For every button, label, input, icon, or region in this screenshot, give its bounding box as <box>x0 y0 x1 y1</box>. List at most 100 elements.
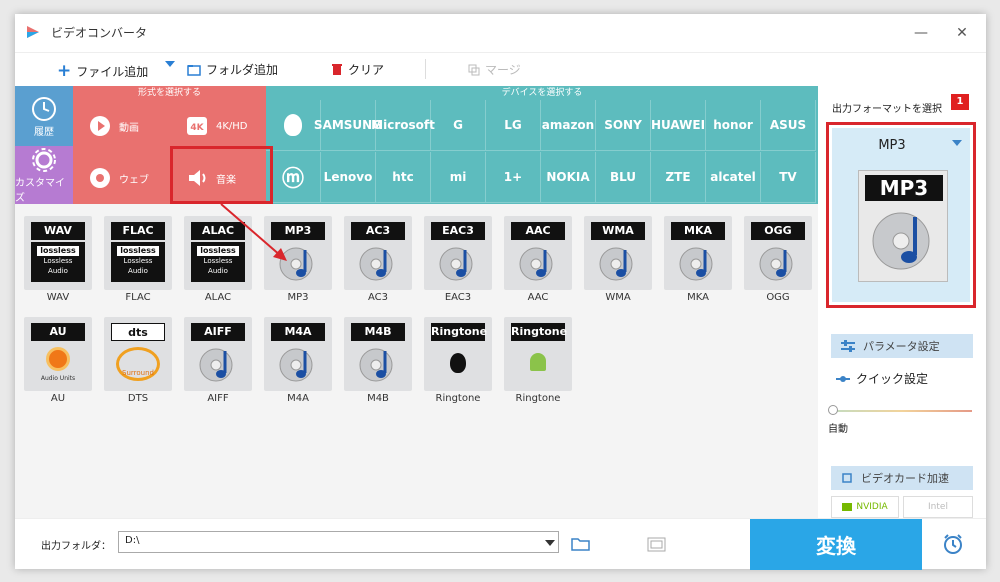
device-3[interactable]: G <box>431 100 486 151</box>
arrow-icon <box>220 203 287 261</box>
gear-icon <box>32 148 56 172</box>
format-label: OGG <box>766 292 790 303</box>
device-brand-label: TV <box>779 170 797 184</box>
audio-units-icon <box>46 347 70 371</box>
format-label: MP3 <box>287 292 309 303</box>
chip-icon <box>842 473 852 483</box>
device-4[interactable]: 1+ <box>486 152 541 203</box>
device-6[interactable]: SONY <box>596 100 651 151</box>
alarm-clock-icon[interactable] <box>942 533 964 555</box>
selected-format-badge: MP3 <box>865 175 943 201</box>
format-4k[interactable]: 4K 4K/HD <box>170 100 266 152</box>
audio-format-flac[interactable]: FLAC lossless Lossless Audio FLAC <box>104 216 172 308</box>
intel-toggle[interactable]: Intel <box>903 496 973 518</box>
device-brand-label: G <box>453 118 463 132</box>
device-7[interactable]: ZTE <box>651 152 706 203</box>
quality-auto-label: 自動 <box>828 424 848 435</box>
toolbar: + ファイル追加 フォルダ追加 クリア マージ <box>15 52 986 86</box>
device-brand-label: mi <box>449 170 467 184</box>
audio-format-eac3[interactable]: EAC3 EAC3 <box>424 216 492 308</box>
device-5[interactable]: amazon <box>541 100 596 151</box>
merge-label: マージ <box>485 63 521 77</box>
format-label: M4A <box>287 393 309 404</box>
format-badge: Ringtone <box>511 323 567 341</box>
tab-history[interactable]: 履歴 <box>15 86 73 146</box>
device-7[interactable]: HUAWEI <box>651 100 706 151</box>
audio-units-label: Audio Units <box>40 375 76 382</box>
device-6[interactable]: BLU <box>596 152 651 203</box>
minimize-button[interactable]: — <box>910 22 932 44</box>
device-9[interactable]: ASUS <box>761 100 816 151</box>
title-bar: ビデオコンバータ — ✕ <box>15 14 986 52</box>
close-button[interactable]: ✕ <box>951 22 973 44</box>
audio-format-ogg[interactable]: OGG OGG <box>744 216 812 308</box>
music-disc-icon <box>199 348 233 382</box>
output-format-selector[interactable]: MP3 MP3 <box>826 122 976 308</box>
format-web[interactable]: ウェブ <box>73 152 169 204</box>
clear-button[interactable]: クリア <box>331 61 384 78</box>
device-brand-label: LG <box>504 118 522 132</box>
gpu-acceleration-button[interactable]: ビデオカード加速 <box>831 466 973 490</box>
lossless-icon: lossless Lossless Audio <box>31 242 85 282</box>
device-brand-label: BLU <box>609 170 637 184</box>
audio-format-ringtone-android[interactable]: Ringtone Ringtone <box>504 317 572 409</box>
quality-slider-handle[interactable] <box>828 405 838 415</box>
convert-button[interactable]: 変換 <box>750 519 922 570</box>
lossless-line2: Audio <box>128 267 148 275</box>
output-format-panel: 出力フォーマットを選択 1 MP3 MP3 パラメータ設定 クイック設定 自動 … <box>818 86 986 518</box>
folder-icon <box>187 64 201 76</box>
device-brand-label: 1+ <box>503 170 523 184</box>
format-header: 形式を選択する <box>137 88 201 98</box>
device-5[interactable]: NOKIA <box>541 152 596 203</box>
audio-format-m4a[interactable]: M4A M4A <box>264 317 332 409</box>
format-label: AU <box>50 393 66 404</box>
format-thumbnail: OGG <box>744 216 812 290</box>
audio-format-aac[interactable]: AAC AAC <box>504 216 572 308</box>
video-folder-icon[interactable] <box>647 537 667 553</box>
device-2[interactable]: htc <box>376 152 431 203</box>
audio-format-dts[interactable]: dts Surround DTS <box>104 317 172 409</box>
audio-format-aiff[interactable]: AIFF AIFF <box>184 317 252 409</box>
device-0[interactable] <box>266 100 321 151</box>
output-folder-dropdown-icon[interactable] <box>545 540 555 546</box>
add-file-button[interactable]: + ファイル追加 <box>57 61 148 81</box>
output-folder-field[interactable]: D:\ <box>118 531 559 553</box>
chrome-icon <box>90 168 110 188</box>
audio-format-m4b[interactable]: M4B M4B <box>344 317 412 409</box>
audio-format-ringtone[interactable]: Ringtone Ringtone <box>424 317 492 409</box>
merge-button[interactable]: マージ <box>468 61 521 78</box>
format-badge: AC3 <box>351 222 405 240</box>
device-brand-label: honor <box>713 118 753 132</box>
audio-format-mka[interactable]: MKA MKA <box>664 216 732 308</box>
format-badge: FLAC <box>111 222 165 240</box>
audio-format-wav[interactable]: WAV lossless Lossless Audio WAV <box>24 216 92 308</box>
format-thumbnail: M4A <box>264 317 332 391</box>
device-4[interactable]: LG <box>486 100 541 151</box>
add-file-label: ファイル追加 <box>76 64 149 79</box>
device-2[interactable]: Microsoft <box>371 100 435 151</box>
add-file-dropdown[interactable] <box>165 61 175 67</box>
format-video[interactable]: 動画 <box>73 100 169 152</box>
add-folder-button[interactable]: フォルダ追加 <box>187 61 278 78</box>
intel-label: Intel <box>928 502 948 512</box>
open-folder-icon[interactable] <box>571 537 591 551</box>
device-3[interactable]: mi <box>431 152 486 203</box>
device-8[interactable]: alcatel <box>706 152 761 203</box>
audio-format-au[interactable]: AU Audio Units AU <box>24 317 92 409</box>
device-8[interactable]: honor <box>706 100 761 151</box>
device-1[interactable]: Lenovo <box>321 152 376 203</box>
toolbar-divider <box>425 59 426 79</box>
device-1[interactable]: SAMSUNG <box>314 100 382 151</box>
device-brand-label: Lenovo <box>323 170 373 184</box>
device-9[interactable]: TV <box>761 152 816 203</box>
parameter-settings-button[interactable]: パラメータ設定 <box>831 334 973 358</box>
tab-customize[interactable]: カスタマイズ <box>15 146 73 204</box>
device-0[interactable]: ⓜ <box>266 152 321 203</box>
window-title: ビデオコンバータ <box>51 26 148 40</box>
audio-format-ac3[interactable]: AC3 AC3 <box>344 216 412 308</box>
tab-history-label: 履歴 <box>34 126 54 138</box>
nvidia-toggle[interactable]: NVIDIA <box>831 496 899 518</box>
quality-slider-track[interactable] <box>832 410 972 412</box>
device-brand-label: ASUS <box>769 118 807 132</box>
audio-format-wma[interactable]: WMA WMA <box>584 216 652 308</box>
